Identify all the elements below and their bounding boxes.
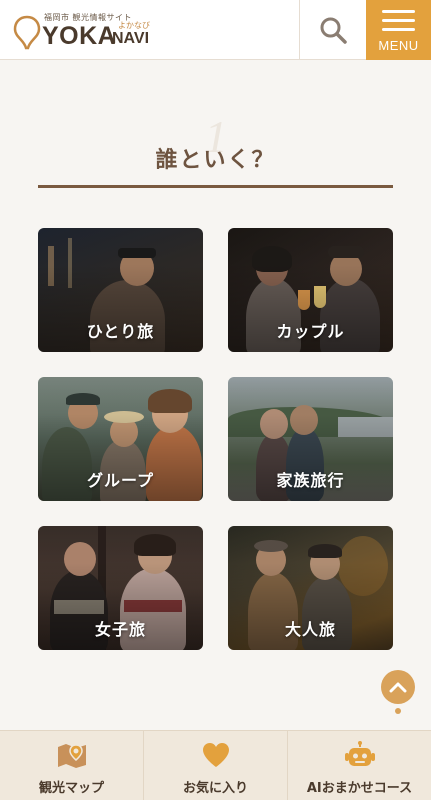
menu-button[interactable]: MENU [366,0,431,60]
scroll-to-top-button[interactable] [381,670,415,704]
chevron-up-icon [389,682,407,693]
card-label: ひとり旅 [86,322,155,341]
card-label: カップル [276,322,345,341]
robot-icon [344,741,375,766]
menu-label: MENU [378,38,419,53]
section-divider [38,185,393,188]
search-button[interactable] [299,0,365,60]
site-logo[interactable]: 福岡市 観光情報サイト YOKA よかなび NAVI [12,8,162,52]
nav-label: 観光マップ [38,781,104,796]
nav-favorites[interactable]: お気に入り [144,731,288,800]
bottom-navigation: 観光マップ お気に入り AIおまかせコース [0,730,431,800]
logo-text: YOKA [42,22,117,50]
site-header: 福岡市 観光情報サイト YOKA よかなび NAVI MENU [0,0,431,60]
nav-label: AIおまかせコース [306,781,413,796]
card-girls-trip[interactable]: 女子旅 [38,526,203,650]
card-solo-trip[interactable]: ひとり旅 [38,228,203,352]
card-family-trip[interactable]: 家族旅行 [228,377,393,501]
nav-sightseeing-map[interactable]: 観光マップ [0,731,144,800]
nav-ai-course[interactable]: AIおまかせコース [288,731,431,800]
location-pin-icon [13,15,41,50]
nav-label: お気に入り [182,781,248,796]
card-label: グループ [86,471,155,490]
card-couple[interactable]: カップル [228,228,393,352]
search-icon [320,17,347,44]
logo-navi: NAVI [112,30,150,47]
hamburger-icon [382,10,415,37]
card-label: 大人旅 [284,620,336,639]
card-label: 家族旅行 [276,471,345,490]
card-adult-trip[interactable]: 大人旅 [228,526,393,650]
map-pin-icon [57,744,86,768]
heart-icon [202,743,229,767]
card-group[interactable]: グループ [38,377,203,501]
card-label: 女子旅 [94,620,146,639]
scroll-button-tail [395,708,401,714]
section-title: 誰といく？ [155,148,276,173]
